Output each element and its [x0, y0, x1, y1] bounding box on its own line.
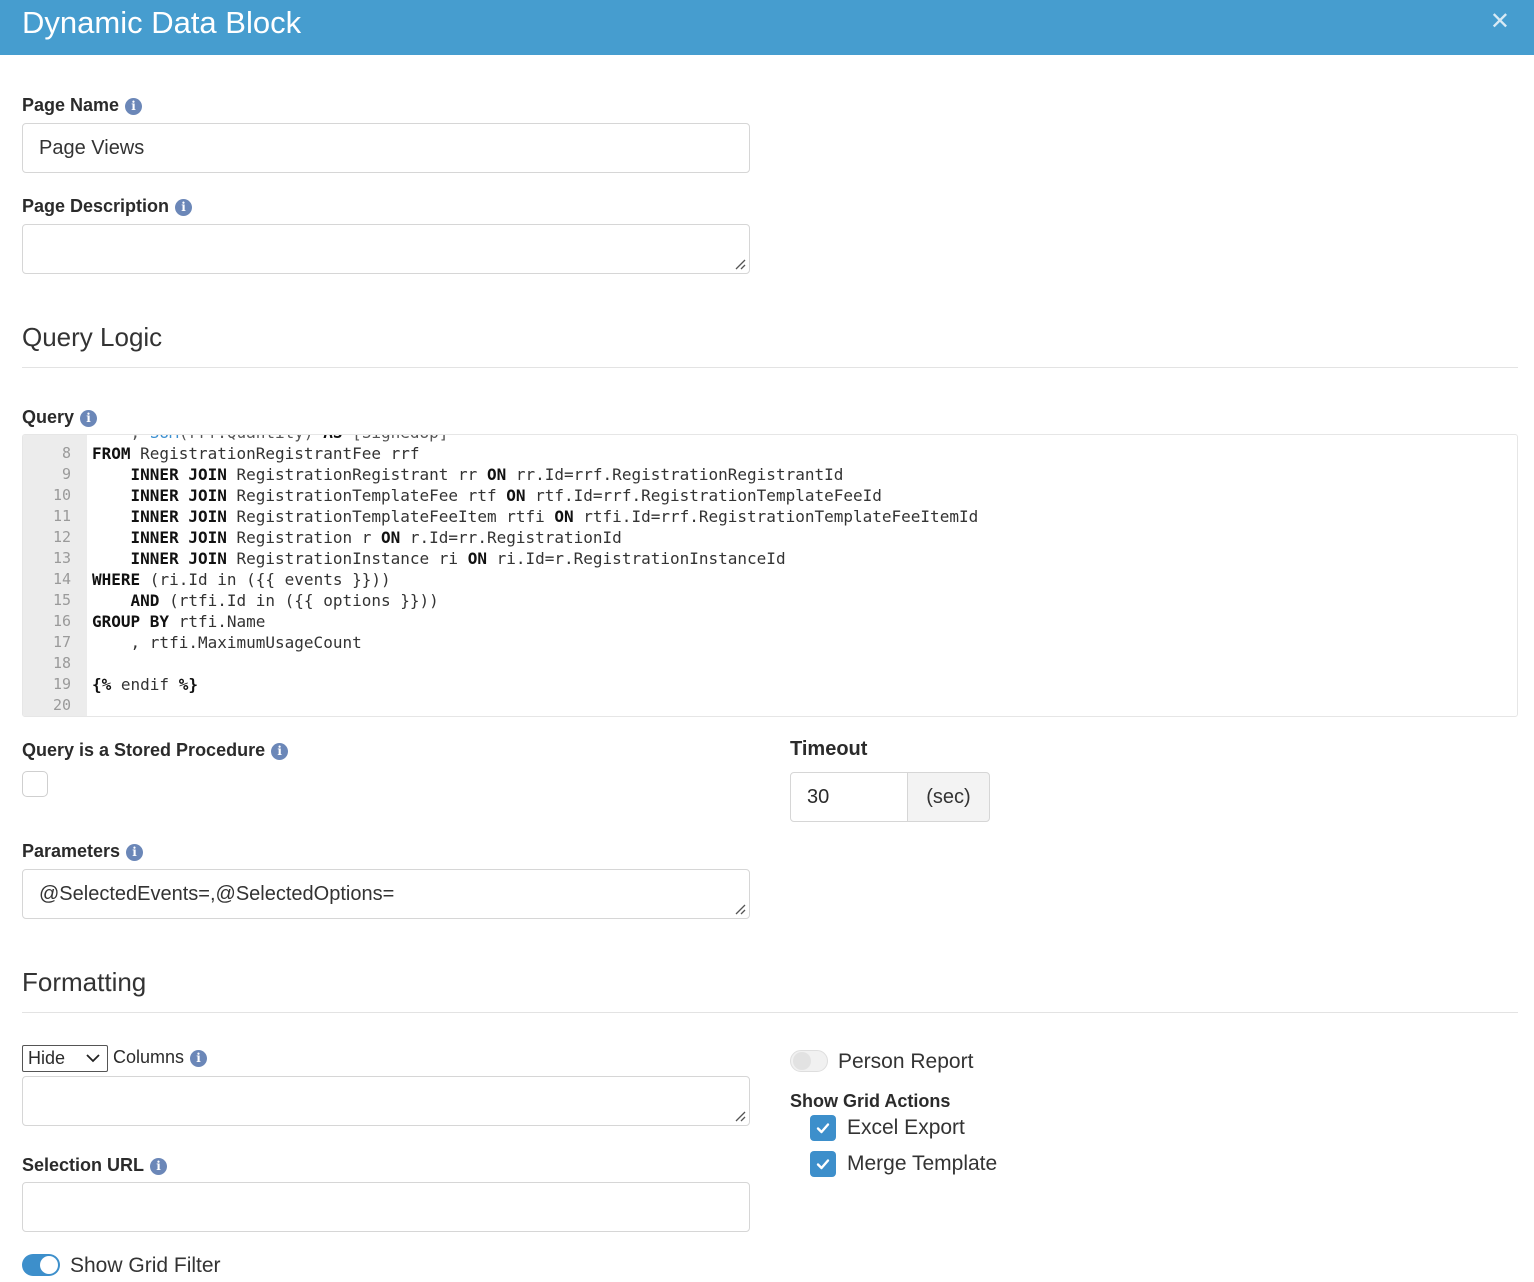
code-text: {% endif %}	[92, 675, 198, 694]
show-grid-filter-label: Show Grid Filter	[70, 1254, 221, 1277]
toggle-knob	[40, 1256, 58, 1274]
page-description-textarea[interactable]	[22, 224, 750, 274]
person-report-toggle[interactable]	[790, 1050, 828, 1072]
info-icon[interactable]: i	[150, 1158, 168, 1175]
code-line: 13 INNER JOIN RegistrationInstance ri ON…	[23, 548, 1517, 569]
query-code-editor[interactable]: , SUM(rrf.Quantity) AS [SignedUp] 8 FROM …	[22, 434, 1518, 717]
code-lines: 8 FROM RegistrationRegistrantFee rrf 9 INN…	[23, 443, 1517, 716]
info-icon[interactable]: i	[271, 743, 289, 760]
page-description-label-text: Page Description	[22, 196, 170, 216]
section-divider	[22, 1012, 1518, 1013]
parameters-label: Parameters i	[22, 840, 144, 862]
code-partial-line: , SUM(rrf.Quantity) AS [SignedUp]	[92, 435, 449, 442]
modal-title: Dynamic Data Block	[22, 5, 302, 40]
columns-mode-select[interactable]: Hide	[22, 1045, 108, 1072]
query-logic-heading: Query Logic	[22, 322, 163, 352]
stored-procedure-label-text: Query is a Stored Procedure	[22, 740, 266, 760]
line-number: 18	[52, 654, 71, 672]
info-icon[interactable]: i	[125, 98, 143, 115]
code-text: INNER JOIN Registration r ON r.Id=rr.Reg…	[130, 528, 622, 547]
parameters-label-text: Parameters	[22, 841, 121, 861]
chevron-down-icon	[86, 1054, 100, 1063]
code-line: 14 WHERE (ri.Id in ({{ events }}))	[23, 569, 1517, 590]
code-text: INNER JOIN RegistrationInstance ri ON ri…	[130, 549, 786, 568]
line-number: 16	[52, 612, 71, 630]
toggle-knob	[793, 1052, 811, 1070]
info-icon[interactable]: i	[80, 410, 98, 427]
code-line: 19 {% endif %}	[23, 674, 1517, 695]
line-number: 14	[52, 570, 71, 588]
code-text: , rtfi.MaximumUsageCount	[92, 633, 362, 652]
code-text: FROM RegistrationRegistrantFee rrf	[92, 444, 420, 463]
timeout-unit: (sec)	[907, 772, 990, 822]
columns-mode-value: Hide	[28, 1048, 66, 1068]
person-report-label: Person Report	[838, 1050, 974, 1073]
formatting-heading: Formatting	[22, 967, 147, 997]
page-name-input[interactable]: Page Views	[22, 123, 750, 173]
stored-procedure-label: Query is a Stored Procedure i	[22, 739, 289, 761]
query-label: Query i	[22, 406, 98, 428]
code-text: INNER JOIN RegistrationTemplateFee rtf O…	[130, 486, 882, 505]
excel-export-checkbox[interactable]	[810, 1115, 836, 1141]
info-icon[interactable]: i	[175, 199, 193, 216]
columns-label-text: Columns	[113, 1047, 185, 1067]
columns-label: Columns i	[113, 1047, 208, 1068]
page-name-value: Page Views	[39, 137, 145, 159]
code-line: 15 AND (rtfi.Id in ({{ options }}))	[23, 590, 1517, 611]
excel-export-label: Excel Export	[847, 1116, 965, 1139]
info-icon[interactable]: i	[190, 1050, 208, 1067]
code-text: INNER JOIN RegistrationRegistrant rr ON …	[130, 465, 844, 484]
selection-url-input[interactable]	[22, 1182, 750, 1232]
stored-procedure-checkbox[interactable]	[22, 771, 48, 797]
code-line: 10 INNER JOIN RegistrationTemplateFee rt…	[23, 485, 1517, 506]
code-line: 17 , rtfi.MaximumUsageCount	[23, 632, 1517, 653]
checkmark-icon	[816, 1123, 830, 1134]
modal-header: Dynamic Data Block ✕	[0, 0, 1534, 55]
parameters-value: @SelectedEvents=,@SelectedOptions=	[39, 883, 395, 905]
timeout-input[interactable]: 30	[790, 772, 908, 822]
line-number: 15	[52, 591, 71, 609]
code-line: 16 GROUP BY rtfi.Name	[23, 611, 1517, 632]
code-text: AND (rtfi.Id in ({{ options }}))	[130, 591, 439, 610]
page-name-label-text: Page Name	[22, 95, 120, 115]
code-line: 20	[23, 695, 1517, 716]
query-label-text: Query	[22, 407, 75, 427]
parameters-textarea[interactable]: @SelectedEvents=,@SelectedOptions=	[22, 869, 750, 919]
line-number: 11	[52, 507, 71, 525]
resize-grip-icon[interactable]	[734, 258, 746, 270]
code-line: 8 FROM RegistrationRegistrantFee rrf	[23, 443, 1517, 464]
code-line: 12 INNER JOIN Registration r ON r.Id=rr.…	[23, 527, 1517, 548]
resize-grip-icon[interactable]	[734, 903, 746, 915]
code-line: 18	[23, 653, 1517, 674]
line-number: 20	[52, 696, 71, 714]
selection-url-label-text: Selection URL	[22, 1155, 145, 1175]
timeout-label: Timeout	[790, 738, 868, 760]
line-number: 19	[52, 675, 71, 693]
merge-template-checkbox[interactable]	[810, 1151, 836, 1177]
code-text: INNER JOIN RegistrationTemplateFeeItem r…	[130, 507, 979, 526]
checkmark-icon	[816, 1159, 830, 1170]
close-icon[interactable]: ✕	[1490, 10, 1510, 34]
page-name-label: Page Name i	[22, 94, 143, 116]
code-line: 9 INNER JOIN RegistrationRegistrant rr O…	[23, 464, 1517, 485]
code-text: GROUP BY rtfi.Name	[92, 612, 266, 631]
line-number: 17	[52, 633, 71, 651]
line-number: 12	[52, 528, 71, 546]
page-description-label: Page Description i	[22, 195, 193, 217]
columns-textarea[interactable]	[22, 1076, 750, 1126]
line-number: 9	[61, 465, 71, 483]
selection-url-label: Selection URL i	[22, 1154, 168, 1176]
resize-grip-icon[interactable]	[734, 1110, 746, 1122]
line-number: 13	[52, 549, 71, 567]
show-grid-actions-label: Show Grid Actions	[790, 1091, 951, 1111]
merge-template-label: Merge Template	[847, 1152, 998, 1175]
code-line: 11 INNER JOIN RegistrationTemplateFeeIte…	[23, 506, 1517, 527]
info-icon[interactable]: i	[126, 844, 144, 861]
code-text: WHERE (ri.Id in ({{ events }}))	[92, 570, 391, 589]
line-number: 8	[61, 444, 71, 462]
section-divider	[22, 367, 1518, 368]
show-grid-filter-toggle[interactable]	[22, 1254, 60, 1276]
line-number: 10	[52, 486, 71, 504]
